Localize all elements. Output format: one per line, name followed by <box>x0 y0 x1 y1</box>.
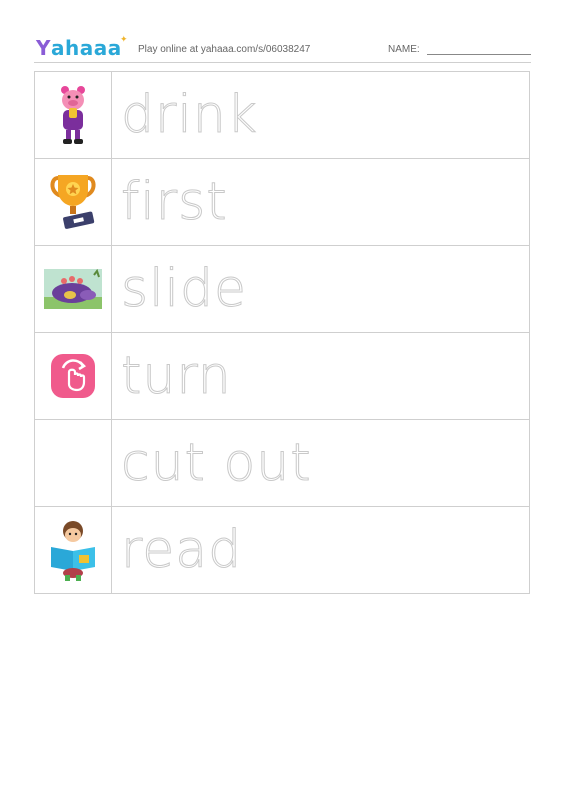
animal-sliding-icon <box>35 246 112 332</box>
tracing-row: first <box>34 158 530 245</box>
tracing-row: slide <box>34 245 530 332</box>
trace-word: drink <box>121 85 258 146</box>
logo-y: Y <box>36 36 51 60</box>
turn-gesture-icon <box>35 333 112 419</box>
play-online-text: Play online at yahaaa.com/s/06038247 <box>138 44 311 55</box>
empty-picture-cell <box>35 420 112 506</box>
trace-word: slide <box>121 259 247 320</box>
trace-word: turn <box>121 346 232 407</box>
logo-rest: ahaaa <box>50 36 122 60</box>
trace-word: read <box>120 520 243 581</box>
name-line <box>427 54 531 55</box>
trace-word: first <box>121 172 228 233</box>
tracing-row: cut out <box>34 419 530 506</box>
tracing-row: drink <box>34 71 530 158</box>
sparkle-icon: ✦ <box>120 34 128 44</box>
name-label: NAME: <box>388 44 420 55</box>
pig-drinking-icon <box>35 72 112 158</box>
tracing-grid: drink first slide turn cut out read <box>34 71 530 594</box>
tracing-row: read <box>34 506 530 594</box>
trace-word: cut out <box>121 433 312 494</box>
worksheet-header: Yahaaa ✦ Play online at yahaaa.com/s/060… <box>36 34 531 62</box>
child-reading-icon <box>35 507 112 593</box>
trophy-icon <box>35 159 112 245</box>
yahaaa-logo: Yahaaa <box>36 34 122 60</box>
tracing-row: turn <box>34 332 530 419</box>
header-divider <box>34 62 531 63</box>
